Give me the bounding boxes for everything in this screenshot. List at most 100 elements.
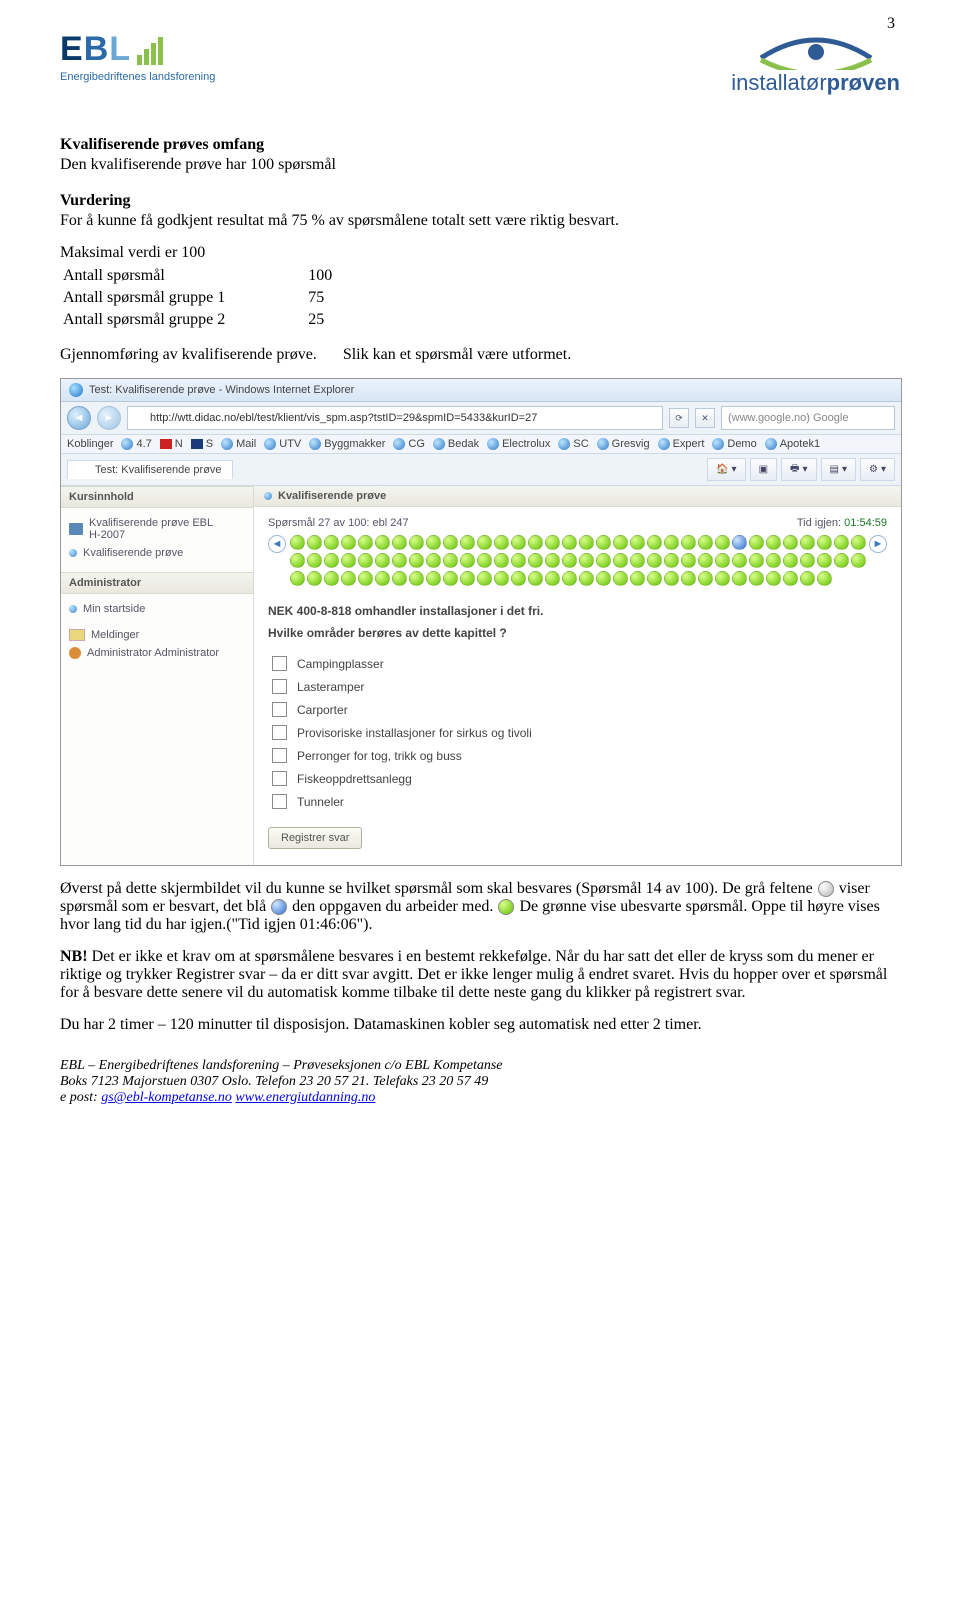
answer-option[interactable]: Fiskeoppdrettsanlegg xyxy=(272,767,887,790)
back-button[interactable]: ◄ xyxy=(67,406,91,430)
question-dot[interactable] xyxy=(613,571,628,586)
question-dot[interactable] xyxy=(783,571,798,586)
question-dot[interactable] xyxy=(290,571,305,586)
question-dot[interactable] xyxy=(324,571,339,586)
checkbox[interactable] xyxy=(272,748,287,763)
question-dot[interactable] xyxy=(562,535,577,550)
question-dot[interactable] xyxy=(324,535,339,550)
question-dot[interactable] xyxy=(630,553,645,568)
sidebar-item-admin[interactable]: Administrator Administrator xyxy=(69,644,245,662)
favorite-link[interactable]: N xyxy=(160,438,183,450)
favorite-link[interactable]: SC xyxy=(558,438,588,450)
question-dot[interactable] xyxy=(630,571,645,586)
question-dot[interactable] xyxy=(341,571,356,586)
question-dot[interactable] xyxy=(358,571,373,586)
search-input[interactable]: (www.google.no) Google xyxy=(721,406,895,430)
question-dot[interactable] xyxy=(443,571,458,586)
question-dot[interactable] xyxy=(341,553,356,568)
question-dot[interactable] xyxy=(409,535,424,550)
tools-button[interactable]: ⚙▾ xyxy=(860,458,895,481)
question-dot[interactable] xyxy=(392,535,407,550)
question-dot[interactable] xyxy=(715,535,730,550)
question-dot[interactable] xyxy=(392,553,407,568)
favorite-link[interactable]: Bedak xyxy=(433,438,479,450)
question-dot[interactable] xyxy=(851,553,866,568)
question-dot[interactable] xyxy=(426,553,441,568)
footer-email-link[interactable]: gs@ebl-kompetanse.no xyxy=(101,1090,232,1105)
question-dot[interactable] xyxy=(749,535,764,550)
question-dot[interactable] xyxy=(664,535,679,550)
question-dot[interactable] xyxy=(460,553,475,568)
question-dot[interactable] xyxy=(562,571,577,586)
question-dot[interactable] xyxy=(800,553,815,568)
question-dot[interactable] xyxy=(715,571,730,586)
answer-option[interactable]: Tunneler xyxy=(272,790,887,813)
question-dot[interactable] xyxy=(545,553,560,568)
question-dot[interactable] xyxy=(528,535,543,550)
question-dot[interactable] xyxy=(851,535,866,550)
question-dot[interactable] xyxy=(732,553,747,568)
question-dot[interactable] xyxy=(307,571,322,586)
question-dot[interactable] xyxy=(528,571,543,586)
question-dot[interactable] xyxy=(766,535,781,550)
question-dot[interactable] xyxy=(817,553,832,568)
sidebar-item-kvalifiserende-ebl[interactable]: Kvalifiserende prøve EBL H-2007 xyxy=(69,514,245,544)
question-dot[interactable] xyxy=(528,553,543,568)
question-dot[interactable] xyxy=(443,535,458,550)
refresh-button[interactable]: ⟳ xyxy=(669,408,689,428)
answer-option[interactable]: Carporter xyxy=(272,698,887,721)
question-dot[interactable] xyxy=(664,571,679,586)
url-field[interactable]: http://wtt.didac.no/ebl/test/klient/vis_… xyxy=(127,406,663,430)
question-dot[interactable] xyxy=(698,535,713,550)
question-dot[interactable] xyxy=(596,535,611,550)
favorite-link[interactable]: Expert xyxy=(658,438,705,450)
question-dot[interactable] xyxy=(630,535,645,550)
question-dot[interactable] xyxy=(613,553,628,568)
favorite-link[interactable]: UTV xyxy=(264,438,301,450)
question-dot[interactable] xyxy=(800,535,815,550)
checkbox[interactable] xyxy=(272,656,287,671)
question-dot[interactable] xyxy=(290,535,305,550)
question-dot[interactable] xyxy=(732,535,747,550)
question-dot[interactable] xyxy=(698,553,713,568)
question-dot[interactable] xyxy=(579,571,594,586)
question-dot[interactable] xyxy=(307,553,322,568)
question-dot[interactable] xyxy=(375,535,390,550)
question-dot[interactable] xyxy=(460,571,475,586)
question-dot[interactable] xyxy=(375,553,390,568)
checkbox[interactable] xyxy=(272,725,287,740)
question-dot[interactable] xyxy=(732,571,747,586)
checkbox[interactable] xyxy=(272,679,287,694)
answer-option[interactable]: Campingplasser xyxy=(272,652,887,675)
question-dot[interactable] xyxy=(409,571,424,586)
favorite-link[interactable]: Byggmakker xyxy=(309,438,385,450)
home-button[interactable]: 🏠▾ xyxy=(707,458,745,481)
question-dot[interactable] xyxy=(477,571,492,586)
prev-question-button[interactable]: ◄ xyxy=(268,535,286,553)
question-dot[interactable] xyxy=(324,553,339,568)
question-dot[interactable] xyxy=(579,553,594,568)
question-dot[interactable] xyxy=(681,553,696,568)
question-dot[interactable] xyxy=(579,535,594,550)
question-dot[interactable] xyxy=(375,571,390,586)
question-dot[interactable] xyxy=(545,535,560,550)
question-dot[interactable] xyxy=(341,535,356,550)
question-dot[interactable] xyxy=(749,571,764,586)
answer-option[interactable]: Perronger for tog, trikk og buss xyxy=(272,744,887,767)
question-dot[interactable] xyxy=(647,535,662,550)
question-dot[interactable] xyxy=(443,553,458,568)
question-dot[interactable] xyxy=(834,553,849,568)
favorite-link[interactable]: S xyxy=(191,438,213,450)
question-dot[interactable] xyxy=(766,553,781,568)
question-dot[interactable] xyxy=(494,571,509,586)
question-dot[interactable] xyxy=(766,571,781,586)
browser-tab[interactable]: Test: Kvalifiserende prøve xyxy=(67,460,233,479)
register-answer-button[interactable]: Registrer svar xyxy=(268,827,362,849)
question-dot[interactable] xyxy=(477,535,492,550)
question-dot[interactable] xyxy=(834,535,849,550)
question-dot[interactable] xyxy=(545,571,560,586)
question-dot[interactable] xyxy=(290,553,305,568)
favorite-link[interactable]: Apotek1 xyxy=(765,438,820,450)
question-dot[interactable] xyxy=(681,535,696,550)
favorite-link[interactable]: Mail xyxy=(221,438,256,450)
